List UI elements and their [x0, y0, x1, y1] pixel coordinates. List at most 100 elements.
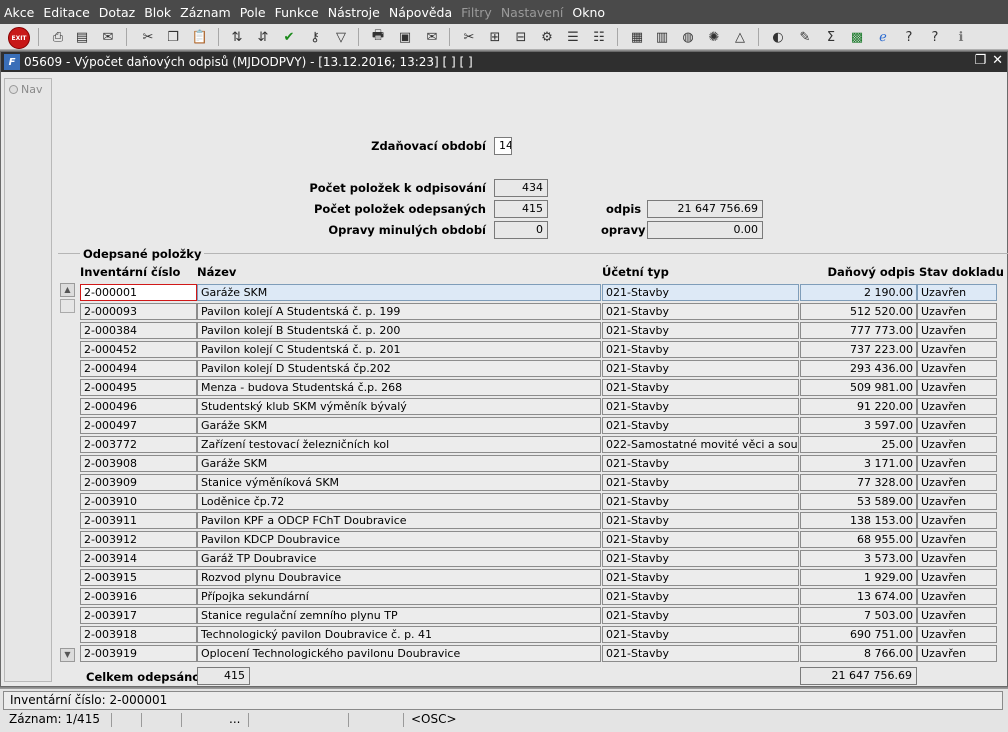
insert-record-icon[interactable]: ⊞ — [485, 27, 505, 47]
cell-depreciation[interactable]: 3 597.00 — [800, 417, 917, 434]
cell-type[interactable]: 021-Stavby — [602, 531, 799, 548]
cell-depreciation[interactable]: 1 929.00 — [800, 569, 917, 586]
filter-icon[interactable]: ▽ — [331, 27, 351, 47]
menu-item-10[interactable]: Nastavení — [501, 5, 564, 20]
excel-icon[interactable]: ▩ — [847, 27, 867, 47]
menu-item-3[interactable]: Blok — [144, 5, 171, 20]
cell-inventory[interactable]: 2-003916 — [80, 588, 197, 605]
copy-icon[interactable]: ❐ — [163, 27, 183, 47]
cell-status[interactable]: Uzavřen — [917, 531, 997, 548]
cell-status[interactable]: Uzavřen — [917, 569, 997, 586]
cell-inventory[interactable]: 2-003908 — [80, 455, 197, 472]
scroll-up-icon[interactable]: ▲ — [60, 283, 75, 297]
cell-status[interactable]: Uzavřen — [917, 645, 997, 662]
cell-name[interactable]: Garáž TP Doubravice — [197, 550, 601, 567]
cell-status[interactable]: Uzavřen — [917, 436, 997, 453]
cell-name[interactable]: Pavilon kolejí D Studentská čp.202 — [197, 360, 601, 377]
document-icon[interactable]: 🖶 — [368, 27, 388, 47]
column-header-depreciation[interactable]: Daňový odpis — [800, 265, 915, 279]
cell-status[interactable]: Uzavřen — [917, 474, 997, 491]
cell-inventory[interactable]: 2-000497 — [80, 417, 197, 434]
cell-status[interactable]: Uzavřen — [917, 322, 997, 339]
cell-depreciation[interactable]: 293 436.00 — [800, 360, 917, 377]
cell-type[interactable]: 021-Stavby — [602, 455, 799, 472]
document-icon[interactable]: ✎ — [795, 27, 815, 47]
cell-depreciation[interactable]: 3 573.00 — [800, 550, 917, 567]
odpis-field[interactable]: 21 647 756.69 — [647, 200, 763, 218]
cell-type[interactable]: 021-Stavby — [602, 284, 799, 301]
cell-type[interactable]: 021-Stavby — [602, 303, 799, 320]
cell-status[interactable]: Uzavřen — [917, 398, 997, 415]
mail-icon[interactable]: ✉ — [422, 27, 442, 47]
cell-name[interactable]: Garáže SKM — [197, 455, 601, 472]
cell-depreciation[interactable]: 91 220.00 — [800, 398, 917, 415]
cell-name[interactable]: Přípojka sekundární — [197, 588, 601, 605]
cell-inventory[interactable]: 2-003914 — [80, 550, 197, 567]
depreciated-field[interactable]: 415 — [494, 200, 548, 218]
to-depreciate-field[interactable]: 434 — [494, 179, 548, 197]
cell-name[interactable]: Zařízení testovací železničních kol — [197, 436, 601, 453]
info-icon[interactable]: ℹ — [951, 27, 971, 47]
close-icon[interactable]: ✕ — [992, 53, 1003, 68]
column-header-name[interactable]: Název — [197, 265, 236, 279]
cell-inventory[interactable]: 2-003918 — [80, 626, 197, 643]
cell-name[interactable]: Oplocení Technologického pavilonu Doubra… — [197, 645, 601, 662]
cell-inventory[interactable]: 2-003919 — [80, 645, 197, 662]
cell-type[interactable]: 021-Stavby — [602, 588, 799, 605]
nav-radio-icon[interactable] — [9, 85, 18, 94]
help-icon[interactable]: ? — [899, 27, 919, 47]
cell-type[interactable]: 021-Stavby — [602, 550, 799, 567]
mail-icon[interactable]: ✉ — [98, 27, 118, 47]
delete-record-icon[interactable]: ⊟ — [511, 27, 531, 47]
cell-type[interactable]: 021-Stavby — [602, 322, 799, 339]
cell-status[interactable]: Uzavřen — [917, 417, 997, 434]
total-count-field[interactable]: 415 — [197, 667, 250, 685]
cell-status[interactable]: Uzavřen — [917, 303, 997, 320]
cell-depreciation[interactable]: 8 766.00 — [800, 645, 917, 662]
cell-inventory[interactable]: 2-003772 — [80, 436, 197, 453]
cell-depreciation[interactable]: 690 751.00 — [800, 626, 917, 643]
cell-name[interactable]: Technologický pavilon Doubravice č. p. 4… — [197, 626, 601, 643]
sort-asc-icon[interactable]: ⇅ — [227, 27, 247, 47]
check-icon[interactable]: ✔ — [279, 27, 299, 47]
cell-status[interactable]: Uzavřen — [917, 341, 997, 358]
corrections-field[interactable]: 0 — [494, 221, 548, 239]
cell-inventory[interactable]: 2-003912 — [80, 531, 197, 548]
cell-name[interactable]: Rozvod plynu Doubravice — [197, 569, 601, 586]
document-icon[interactable]: ▥ — [652, 27, 672, 47]
cell-inventory[interactable]: 2-003917 — [80, 607, 197, 624]
cell-depreciation[interactable]: 3 171.00 — [800, 455, 917, 472]
cell-type[interactable]: 021-Stavby — [602, 417, 799, 434]
column-header-inventory[interactable]: Inventární číslo — [80, 265, 180, 279]
cell-inventory[interactable]: 2-003909 — [80, 474, 197, 491]
cell-inventory[interactable]: 2-000496 — [80, 398, 197, 415]
cell-type[interactable]: 021-Stavby — [602, 645, 799, 662]
cell-name[interactable]: Pavilon KPF a ODCP FChT Doubravice — [197, 512, 601, 529]
cut-icon[interactable]: ✂ — [138, 27, 158, 47]
cell-depreciation[interactable]: 7 503.00 — [800, 607, 917, 624]
cell-inventory[interactable]: 2-000452 — [80, 341, 197, 358]
cell-depreciation[interactable]: 13 674.00 — [800, 588, 917, 605]
print-preview-icon[interactable]: ▤ — [72, 27, 92, 47]
restore-icon[interactable]: ❐ — [974, 53, 986, 68]
help-icon[interactable]: ? — [925, 27, 945, 47]
cell-type[interactable]: 021-Stavby — [602, 493, 799, 510]
menu-item-7[interactable]: Nástroje — [328, 5, 380, 20]
menu-item-0[interactable]: Akce — [4, 5, 34, 20]
cell-depreciation[interactable]: 68 955.00 — [800, 531, 917, 548]
cell-type[interactable]: 021-Stavby — [602, 341, 799, 358]
cell-name[interactable]: Garáže SKM — [197, 284, 601, 301]
cell-name[interactable]: Pavilon kolejí B Studentská č. p. 200 — [197, 322, 601, 339]
menu-item-8[interactable]: Nápověda — [389, 5, 452, 20]
document-icon[interactable]: ☷ — [589, 27, 609, 47]
cell-depreciation[interactable]: 737 223.00 — [800, 341, 917, 358]
cell-type[interactable]: 022-Samostatné movité věci a soubory m — [602, 436, 799, 453]
cut-icon[interactable]: ✂ — [459, 27, 479, 47]
exit-button[interactable]: EXIT — [8, 27, 30, 49]
menu-item-9[interactable]: Filtry — [461, 5, 492, 20]
print-icon[interactable]: ⎙ — [48, 27, 68, 47]
cell-inventory[interactable]: 2-003910 — [80, 493, 197, 510]
cell-status[interactable]: Uzavřen — [917, 607, 997, 624]
cell-name[interactable]: Studentský klub SKM výměník bývalý — [197, 398, 601, 415]
cell-name[interactable]: Garáže SKM — [197, 417, 601, 434]
